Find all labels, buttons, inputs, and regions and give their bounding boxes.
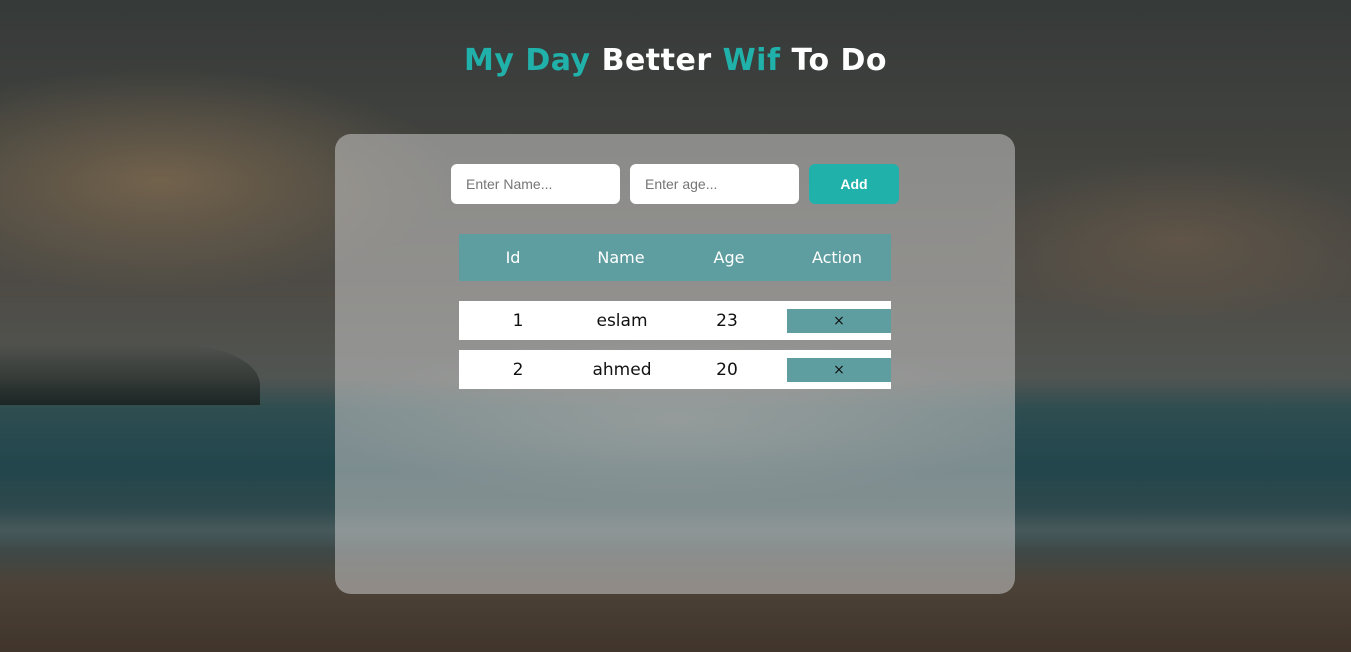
cell-action: × bbox=[787, 308, 891, 333]
cell-name: ahmed bbox=[592, 359, 652, 380]
title-part-my-day: My Day bbox=[463, 43, 591, 78]
title-part-to-do: To Do bbox=[791, 43, 888, 78]
cell-id: 1 bbox=[512, 310, 524, 331]
table-row: 1 eslam 23 × bbox=[459, 301, 891, 340]
page-title: My Day Better Wif To Do bbox=[0, 40, 1351, 82]
add-button[interactable]: Add bbox=[809, 164, 899, 204]
delete-button[interactable]: × bbox=[787, 308, 891, 333]
cell-age: 23 bbox=[716, 310, 738, 331]
age-input[interactable] bbox=[630, 164, 799, 204]
header-name: Name bbox=[597, 248, 645, 267]
cell-name: eslam bbox=[596, 310, 648, 331]
header-id: Id bbox=[505, 248, 521, 267]
delete-button[interactable]: × bbox=[787, 357, 891, 382]
header-age: Age bbox=[713, 248, 745, 267]
cell-id: 2 bbox=[512, 359, 524, 380]
header-action: Action bbox=[811, 248, 863, 267]
title-part-wif: Wif bbox=[722, 43, 781, 78]
entries-table: Id Name Age Action 1 eslam 23 × 2 ahmed … bbox=[459, 234, 891, 389]
add-entry-form: Add bbox=[451, 164, 899, 204]
table-row: 2 ahmed 20 × bbox=[459, 350, 891, 389]
cell-age: 20 bbox=[716, 359, 738, 380]
cell-action: × bbox=[787, 357, 891, 382]
name-input[interactable] bbox=[451, 164, 620, 204]
title-part-better: Better bbox=[601, 43, 712, 78]
table-header-row: Id Name Age Action bbox=[459, 234, 891, 281]
